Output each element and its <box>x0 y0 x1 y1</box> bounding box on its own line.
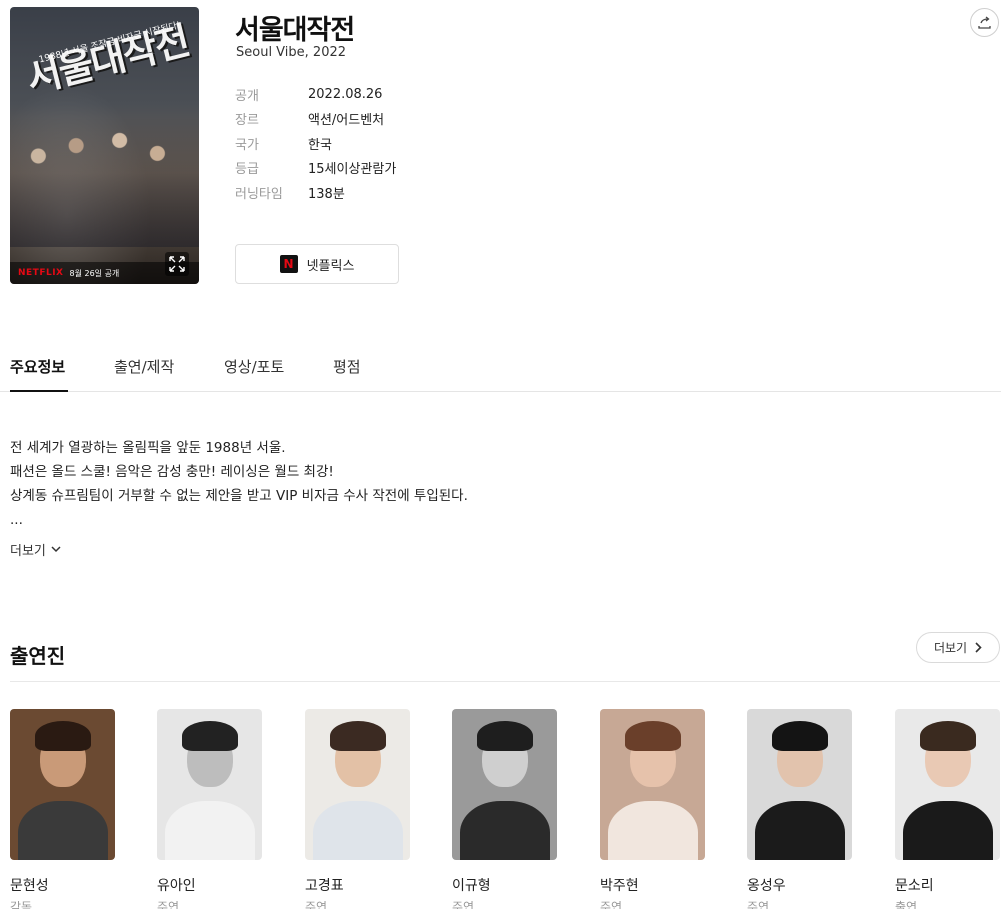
cast-more-label: 더보기 <box>933 641 968 655</box>
movie-title: 서울대작전 <box>235 15 355 46</box>
synopsis-more-label: 더보기 <box>10 544 46 559</box>
cast-name[interactable]: 문현성 <box>10 875 115 895</box>
meta-country: 국가 한국 <box>235 131 396 156</box>
cast-role: 주연 <box>452 900 475 909</box>
tab-bar: 주요정보 출연/제작 영상/포토 평점 <box>0 348 1001 392</box>
netflix-logo-icon: N <box>279 255 298 273</box>
cast-name[interactable]: 박주현 <box>600 875 705 895</box>
cast-role: 감독 <box>10 900 33 909</box>
movie-meta: 공개 2022.08.26 장르 액션/어드벤처 국가 한국 등급 15세이상관… <box>235 82 396 205</box>
synopsis-line: ... <box>10 512 23 528</box>
cast-card[interactable]: 박주현 주연 <box>600 709 705 909</box>
chevron-down-icon <box>51 546 61 553</box>
netflix-button-label: 넷플릭스 <box>306 258 355 274</box>
cast-card[interactable]: 문소리 출연 <box>895 709 1000 909</box>
poster-date: 8월 26일 공개 <box>69 268 120 278</box>
cast-name[interactable]: 문소리 <box>895 875 1000 895</box>
meta-label: 장르 <box>235 113 259 129</box>
share-icon <box>978 16 991 29</box>
cast-card[interactable]: 고경표 주연 <box>305 709 410 909</box>
meta-label: 공개 <box>235 88 259 104</box>
synopsis-more-button[interactable]: 더보기 <box>10 540 61 559</box>
synopsis-line: 상계동 슈프림팀이 거부할 수 없는 제안을 받고 VIP 비자금 수사 작전에… <box>10 488 468 504</box>
cast-photo[interactable] <box>452 709 557 860</box>
meta-value: 2022.08.26 <box>308 86 383 102</box>
cast-name[interactable]: 이규형 <box>452 875 557 895</box>
cast-section-title: 출연진 <box>10 644 66 668</box>
tab-cast-crew[interactable]: 출연/제작 <box>114 356 174 392</box>
cast-card[interactable]: 유아인 주연 <box>157 709 262 909</box>
poster-artwork <box>10 117 199 247</box>
movie-subtitle: Seoul Vibe, 2022 <box>236 45 347 60</box>
cast-photo[interactable] <box>895 709 1000 860</box>
cast-role: 주연 <box>747 900 770 909</box>
meta-value: 15세이상관람가 <box>308 162 397 178</box>
meta-label: 국가 <box>235 137 259 153</box>
cast-photo[interactable] <box>747 709 852 860</box>
cast-card[interactable]: 옹성우 주연 <box>747 709 852 909</box>
meta-release: 공개 2022.08.26 <box>235 82 396 107</box>
cast-card[interactable]: 이규형 주연 <box>452 709 557 909</box>
cast-role: 주연 <box>305 900 328 909</box>
cast-photo[interactable] <box>157 709 262 860</box>
tab-rating[interactable]: 평점 <box>333 356 361 392</box>
poster-brand: NETFLIX <box>18 268 64 278</box>
meta-value: 액션/어드벤처 <box>308 113 385 129</box>
meta-runtime: 러닝타임 138분 <box>235 180 396 205</box>
share-button[interactable] <box>970 8 999 37</box>
expand-icon[interactable] <box>165 252 189 276</box>
netflix-watch-button[interactable]: N 넷플릭스 <box>235 244 399 284</box>
cast-divider <box>10 681 1000 682</box>
cast-role: 주연 <box>157 900 180 909</box>
tab-video-photo[interactable]: 영상/포토 <box>224 356 284 392</box>
cast-photo[interactable] <box>10 709 115 860</box>
cast-role: 주연 <box>600 900 623 909</box>
meta-label: 러닝타임 <box>235 186 283 202</box>
meta-value: 138분 <box>308 186 345 202</box>
cast-card[interactable]: 문현성 감독 <box>10 709 115 909</box>
cast-name[interactable]: 고경표 <box>305 875 410 895</box>
cast-name[interactable]: 유아인 <box>157 875 262 895</box>
synopsis: 전 세계가 열광하는 올림픽을 앞둔 1988년 서울. 패션은 올드 스쿨! … <box>10 436 468 532</box>
tab-main-info[interactable]: 주요정보 <box>10 356 68 392</box>
meta-genre: 장르 액션/어드벤처 <box>235 107 396 132</box>
synopsis-line: 패션은 올드 스쿨! 음악은 감성 충만! 레이싱은 월드 최강! <box>10 464 334 480</box>
cast-name[interactable]: 옹성우 <box>747 875 852 895</box>
synopsis-line: 전 세계가 열광하는 올림픽을 앞둔 1988년 서울. <box>10 440 286 456</box>
meta-rating: 등급 15세이상관람가 <box>235 156 396 181</box>
movie-poster[interactable]: 서울대작전 1988년 서울 조작금 비자금 시작된다! NETFLIX 8월 … <box>10 7 199 284</box>
chevron-right-icon <box>975 642 982 653</box>
cast-more-button[interactable]: 더보기 <box>916 632 1000 663</box>
cast-role: 출연 <box>895 900 918 909</box>
cast-photo[interactable] <box>600 709 705 860</box>
meta-value: 한국 <box>308 137 332 153</box>
meta-label: 등급 <box>235 162 259 178</box>
cast-photo[interactable] <box>305 709 410 860</box>
